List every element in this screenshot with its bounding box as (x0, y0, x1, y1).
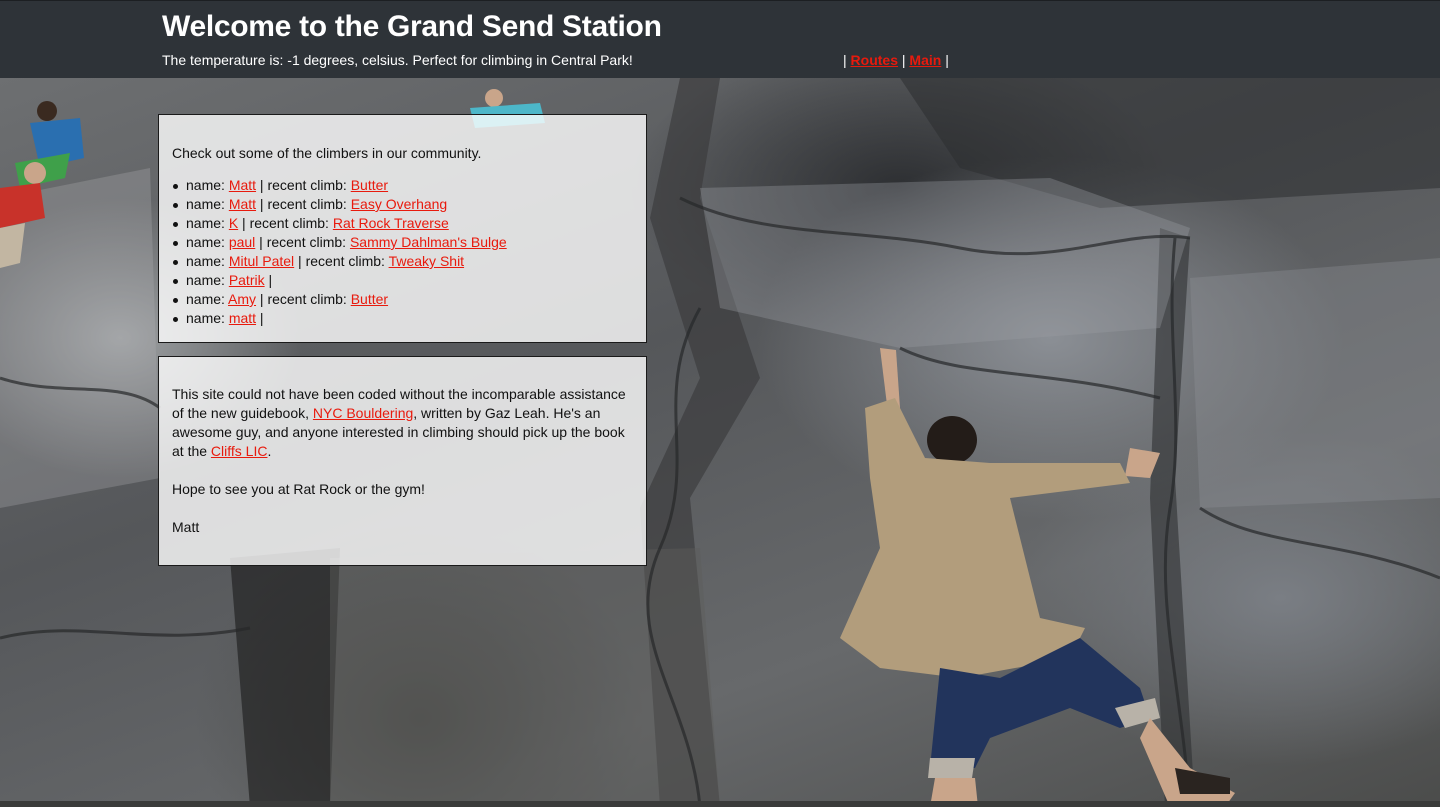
recent-climb-label: | recent climb: (256, 291, 351, 307)
credits-panel: This site could not have been coded with… (158, 356, 647, 566)
climber-name-link[interactable]: Matt (229, 196, 256, 212)
climber-item: name: K | recent climb: Rat Rock Travers… (173, 214, 633, 233)
recent-climb-label: | (256, 310, 264, 326)
recent-climb-link[interactable]: Butter (351, 291, 388, 307)
recent-climb-link[interactable]: Rat Rock Traverse (333, 215, 449, 231)
climber-name-link[interactable]: Matt (229, 177, 256, 193)
climber-list: name: Matt | recent climb: Butter name: M… (172, 176, 633, 328)
page-title: Welcome to the Grand Send Station (162, 10, 662, 43)
recent-climb-label: | recent climb: (294, 253, 389, 269)
climber-item: name: Amy | recent climb: Butter (173, 290, 633, 309)
nav-separator: | (901, 52, 906, 68)
climber-name-label: name: (186, 253, 229, 269)
climber-item: name: Matt | recent climb: Butter (173, 176, 633, 195)
recent-climb-label: | recent climb: (256, 196, 351, 212)
nav-separator: | (945, 52, 949, 68)
climber-name-link[interactable]: matt (229, 310, 256, 326)
climber-name-link[interactable]: Mitul Patel (229, 253, 294, 269)
climber-name-label: name: (186, 291, 229, 307)
credits-paragraph: This site could not have been coded with… (172, 385, 633, 461)
nav-separator: | (843, 52, 847, 68)
recent-climb-link[interactable]: Sammy Dahlman's Bulge (350, 234, 507, 250)
climber-name-label: name: (186, 215, 229, 231)
recent-climb-link[interactable]: Tweaky Shit (389, 253, 464, 269)
climber-name-label: name: (186, 310, 229, 326)
nav-link-main[interactable]: Main (909, 52, 941, 68)
site-header: Welcome to the Grand Send Station The te… (0, 0, 1440, 78)
top-nav: | Routes | Main | (843, 52, 949, 68)
recent-climb-link[interactable]: Easy Overhang (351, 196, 448, 212)
climber-item: name: paul | recent climb: Sammy Dahlman… (173, 233, 633, 252)
climber-name-link[interactable]: Amy (228, 291, 256, 307)
climber-name-label: name: (186, 234, 229, 250)
recent-climb-label: | recent climb: (256, 177, 351, 193)
climber-name-label: name: (186, 196, 229, 212)
nav-link-routes[interactable]: Routes (851, 52, 898, 68)
community-intro: Check out some of the climbers in our co… (172, 145, 482, 161)
climber-item: name: Patrik | (173, 271, 633, 290)
climber-item: name: Matt | recent climb: Easy Overhang (173, 195, 633, 214)
climber-item: name: matt | (173, 309, 633, 328)
credits-text: . (267, 443, 272, 459)
climber-name-link[interactable]: K (229, 215, 238, 231)
climber-name-link[interactable]: paul (229, 234, 255, 250)
climber-name-label: name: (186, 177, 229, 193)
community-panel: Check out some of the climbers in our co… (158, 114, 647, 343)
recent-climb-label: | recent climb: (255, 234, 350, 250)
recent-climb-link[interactable]: Butter (351, 177, 388, 193)
recent-climb-label: | (264, 272, 273, 288)
closing-line: Hope to see you at Rat Rock or the gym! (172, 481, 425, 497)
temperature-text: The temperature is: -1 degrees, celsius.… (162, 52, 633, 68)
book-link[interactable]: NYC Bouldering (313, 405, 413, 421)
climber-item: name: Mitul Patel | recent climb: Tweaky… (173, 252, 633, 271)
climber-name-link[interactable]: Patrik (229, 272, 265, 288)
signature: Matt (172, 519, 200, 535)
bottom-edge (0, 801, 1440, 807)
climber-name-label: name: (186, 272, 229, 288)
recent-climb-label: | recent climb: (238, 215, 333, 231)
store-link[interactable]: Cliffs LIC (211, 443, 268, 459)
